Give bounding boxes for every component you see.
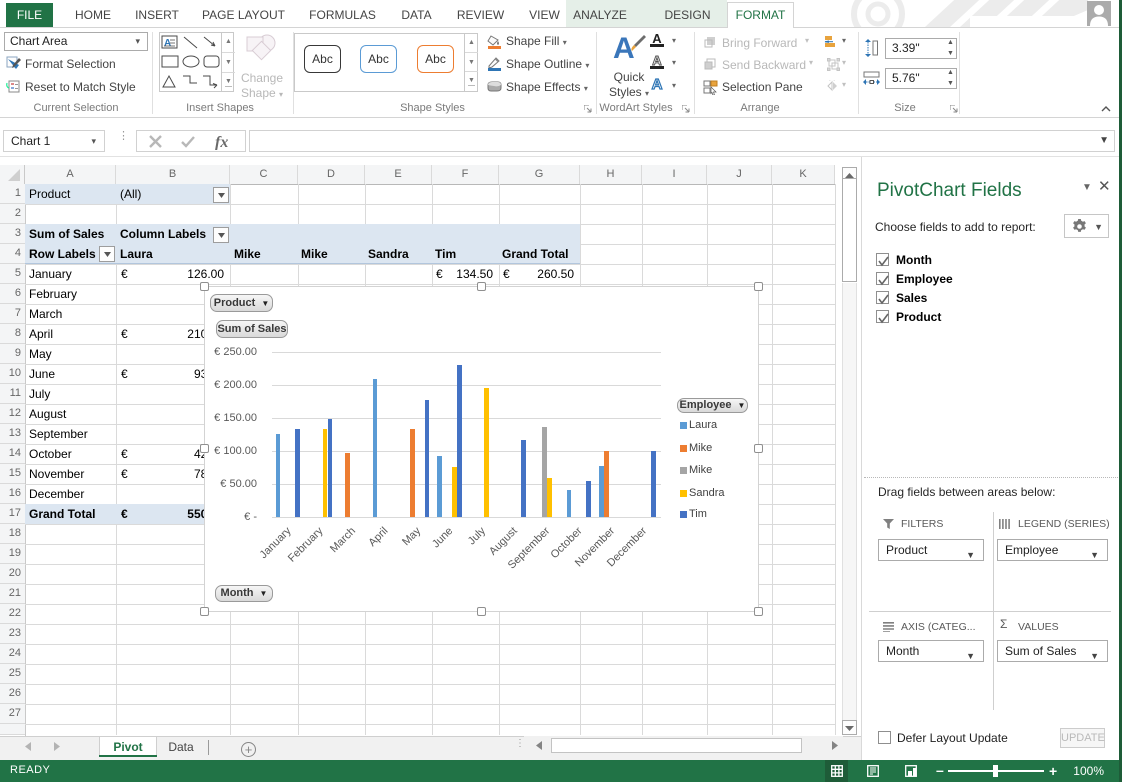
svg-text:A: A	[613, 32, 635, 63]
svg-text:fx: fx	[215, 134, 228, 150]
